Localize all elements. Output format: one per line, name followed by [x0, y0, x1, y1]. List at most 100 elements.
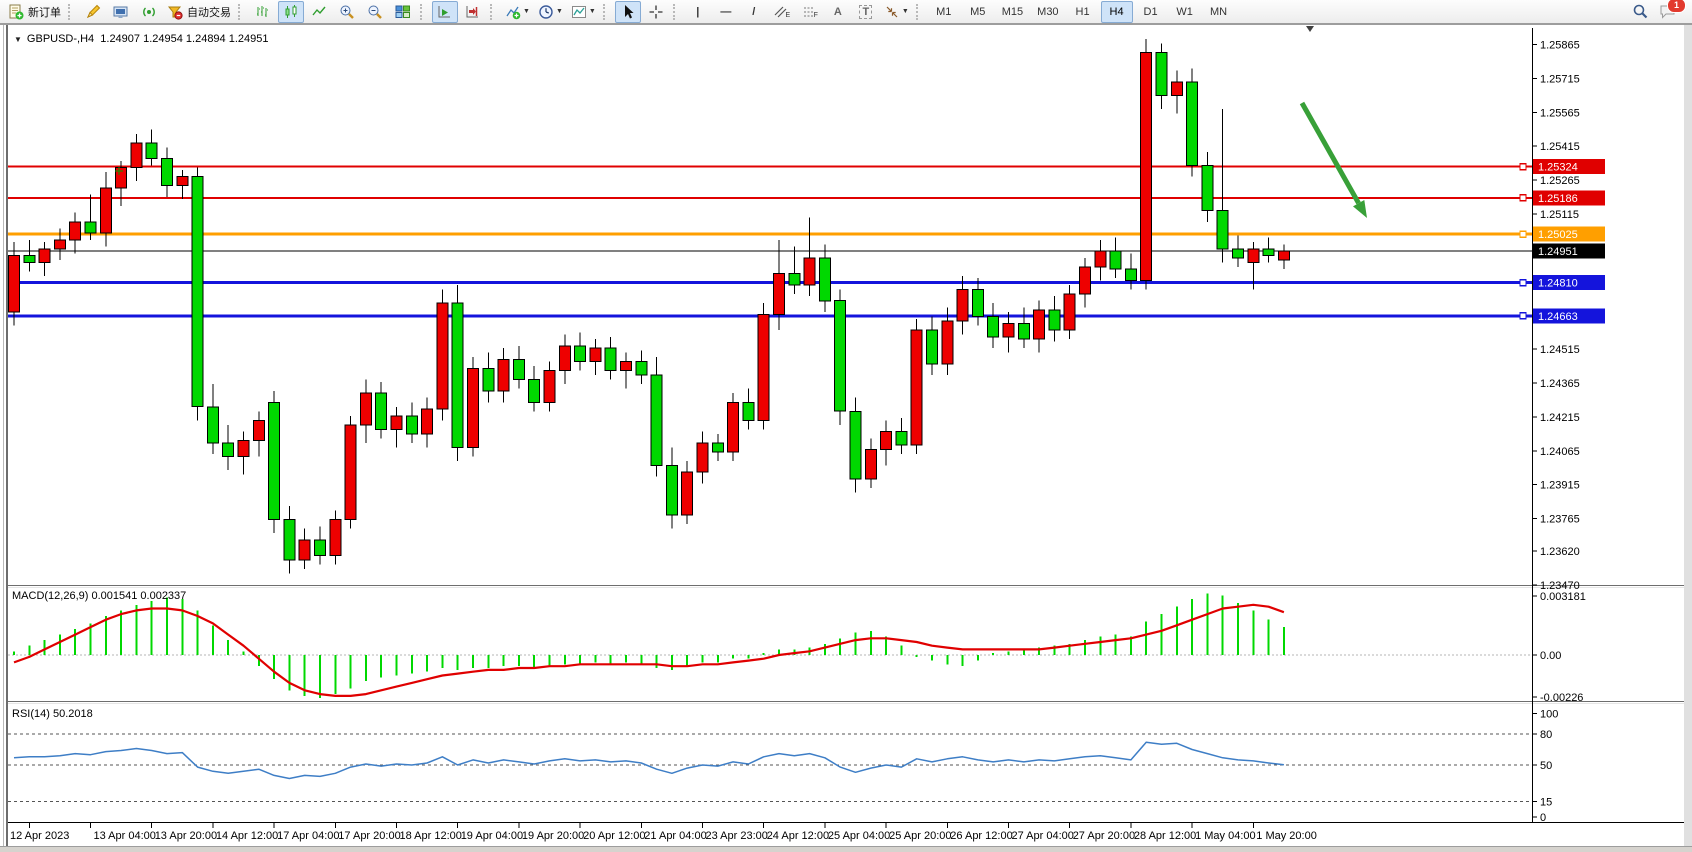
time-axis: 12 Apr 202313 Apr 04:0013 Apr 20:0014 Ap… [10, 822, 1317, 842]
chevron-down-icon[interactable]: ▼ [556, 8, 563, 15]
symbol-ohlc-text: GBPUSD-,H4 1.24907 1.24954 1.24894 1.249… [27, 33, 269, 45]
chart-shift-icon [465, 4, 481, 20]
crosshair-tool-button[interactable] [643, 1, 669, 23]
toolbar-grip [603, 4, 609, 20]
line-chart-mode-button[interactable] [306, 1, 332, 23]
fibonacci-tool-button[interactable]: F [797, 1, 823, 23]
svg-text:23 Apr 23:00: 23 Apr 23:00 [706, 830, 768, 842]
candlestick-icon [283, 4, 299, 20]
crayon-style-button[interactable] [80, 1, 106, 23]
tab-timeframe-H1[interactable]: H1 [1067, 1, 1099, 23]
svg-text:27 Apr 20:00: 27 Apr 20:00 [1073, 830, 1135, 842]
periods-button[interactable]: ▼ [535, 1, 566, 23]
hline-handles[interactable] [1520, 164, 1526, 319]
signals-button[interactable] [136, 1, 162, 23]
search-button[interactable] [1627, 1, 1653, 23]
text-tool-button[interactable]: A [825, 1, 851, 23]
svg-text:1.25715: 1.25715 [1540, 74, 1580, 86]
svg-text:50: 50 [1540, 760, 1552, 772]
svg-text:1 May 20:00: 1 May 20:00 [1256, 830, 1317, 842]
notifications-button[interactable]: 1 [1655, 1, 1681, 23]
svg-text:0.00: 0.00 [1540, 650, 1561, 662]
line-chart-icon [311, 4, 327, 20]
tab-timeframe-M15[interactable]: M15 [996, 1, 1029, 23]
new-order-icon [8, 4, 24, 20]
svg-text:13 Apr 20:00: 13 Apr 20:00 [155, 830, 217, 842]
trendline-tool-button[interactable]: / [741, 1, 767, 23]
metaeditor-icon [113, 4, 129, 20]
notification-badge: 1 [1667, 0, 1686, 13]
indicators-button[interactable]: ▼ [502, 1, 533, 23]
main-toolbar: 新订单 自动交易 [0, 0, 1692, 24]
chart-canvas[interactable]: 1.258651.257151.255651.254151.252651.251… [0, 0, 1692, 852]
svg-text:26 Apr 12:00: 26 Apr 12:00 [950, 830, 1012, 842]
horizontal-line-tool-button[interactable]: — [713, 1, 739, 23]
svg-text:1.25115: 1.25115 [1540, 209, 1579, 221]
tab-timeframe-M5[interactable]: M5 [962, 1, 994, 23]
autotrading-label: 自动交易 [187, 4, 231, 20]
arrows-tool-button[interactable]: ▼ [881, 1, 912, 23]
svg-text:80: 80 [1540, 729, 1552, 741]
vertical-line-tool-button[interactable]: | [685, 1, 711, 23]
timeframe-group: M1M5M15M30H1H4D1W1MN [927, 1, 1236, 23]
svg-text:1.25025: 1.25025 [1538, 229, 1578, 241]
svg-text:19 Apr 04:00: 19 Apr 04:00 [461, 830, 523, 842]
toolbar-grip [68, 4, 74, 20]
svg-text:1.24215: 1.24215 [1540, 412, 1580, 424]
chevron-down-icon[interactable]: ▼ [589, 8, 596, 15]
autotrading-icon [167, 4, 183, 20]
svg-text:1.24951: 1.24951 [1538, 246, 1578, 258]
tab-timeframe-M30[interactable]: M30 [1031, 1, 1064, 23]
svg-text:1.25865: 1.25865 [1540, 40, 1580, 52]
zoom-out-button[interactable] [362, 1, 388, 23]
svg-text:17 Apr 20:00: 17 Apr 20:00 [338, 830, 400, 842]
svg-text:-0.00226: -0.00226 [1540, 692, 1583, 704]
horizontal-lines[interactable] [8, 167, 1532, 316]
candlestick-series [9, 39, 1290, 574]
new-order-button[interactable]: 新订单 [5, 1, 64, 23]
toolbar-grip [916, 4, 922, 20]
bar-chart-mode-button[interactable] [250, 1, 276, 23]
search-icon [1632, 3, 1649, 20]
text-label-tool-button[interactable]: T [853, 1, 879, 23]
channel-tool-button[interactable]: E [769, 1, 795, 23]
chart-shift-button[interactable] [460, 1, 486, 23]
symbol-dropdown-icon[interactable]: ▼ [14, 35, 22, 44]
chevron-down-icon[interactable]: ▼ [902, 8, 909, 15]
tile-windows-button[interactable] [390, 1, 416, 23]
tab-timeframe-D1[interactable]: D1 [1135, 1, 1167, 23]
indicators-icon [505, 4, 521, 20]
fibonacci-letter: F [814, 12, 818, 19]
macd-pane: 0.003181 0.00 -0.00226 [8, 591, 1586, 704]
templates-button[interactable]: ▼ [568, 1, 599, 23]
trend-arrow-annotation[interactable] [1302, 103, 1367, 218]
autotrading-button[interactable]: 自动交易 [164, 1, 234, 23]
svg-text:13 Apr 04:00: 13 Apr 04:00 [94, 830, 156, 842]
svg-text:21 Apr 04:00: 21 Apr 04:00 [644, 830, 706, 842]
chart-shift-marker[interactable] [1306, 26, 1314, 32]
svg-text:1.25265: 1.25265 [1540, 175, 1580, 187]
svg-text:25 Apr 20:00: 25 Apr 20:00 [889, 830, 951, 842]
symbol-title[interactable]: ▼ GBPUSD-,H4 1.24907 1.24954 1.24894 1.24… [14, 33, 269, 45]
tab-timeframe-MN[interactable]: MN [1203, 1, 1235, 23]
text-tool-icon: A [834, 6, 842, 18]
svg-text:1.24065: 1.24065 [1540, 446, 1580, 458]
auto-scroll-button[interactable] [432, 1, 458, 23]
tab-timeframe-W1[interactable]: W1 [1169, 1, 1201, 23]
svg-text:28 Apr 12:00: 28 Apr 12:00 [1134, 830, 1196, 842]
svg-text:0: 0 [1540, 812, 1546, 824]
pane-splitters[interactable] [8, 585, 1684, 704]
svg-text:1.24515: 1.24515 [1540, 344, 1580, 356]
cursor-tool-button[interactable] [615, 1, 641, 23]
macd-signal-line [14, 605, 1284, 696]
toolbar-right-tools: 1 [1626, 1, 1682, 23]
metaeditor-button[interactable] [108, 1, 134, 23]
zoom-in-button[interactable] [334, 1, 360, 23]
svg-text:0.003181: 0.003181 [1540, 591, 1586, 603]
svg-text:15: 15 [1540, 796, 1552, 808]
new-order-label: 新订单 [28, 4, 61, 20]
chevron-down-icon[interactable]: ▼ [523, 8, 530, 15]
tab-timeframe-H4[interactable]: H4 [1101, 1, 1133, 23]
candlestick-mode-button[interactable] [278, 1, 304, 23]
tab-timeframe-M1[interactable]: M1 [928, 1, 960, 23]
